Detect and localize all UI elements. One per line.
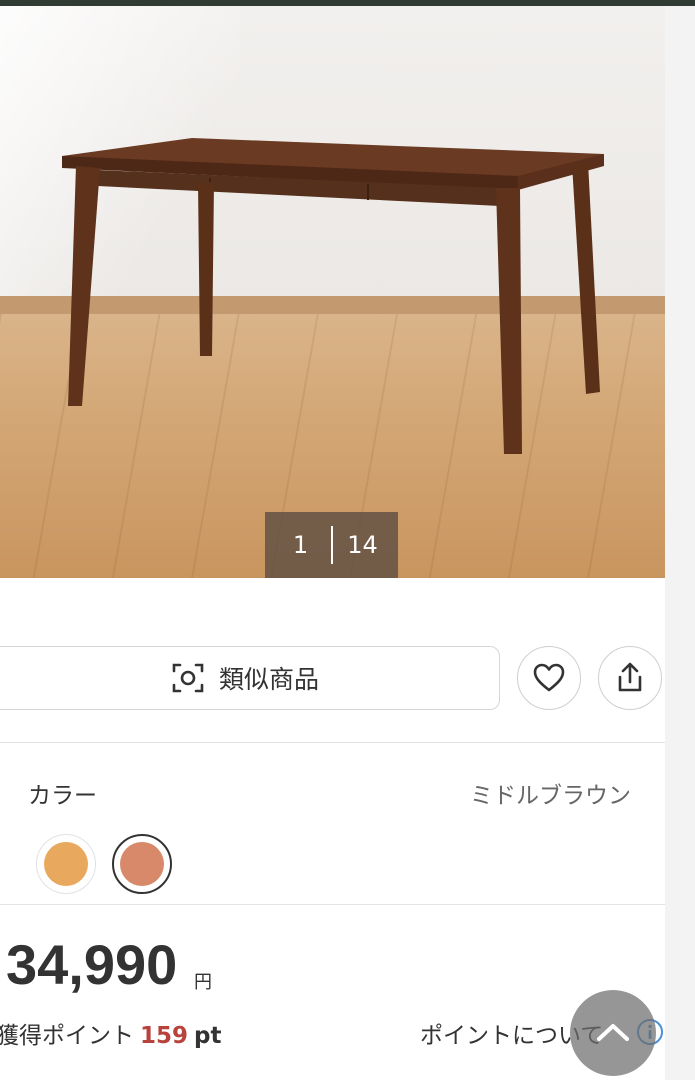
share-icon (618, 662, 642, 692)
section-divider (0, 904, 665, 905)
total-image-count: 14 (347, 531, 378, 559)
points-value: 159 (140, 1023, 189, 1049)
chevron-up-icon (597, 1024, 629, 1041)
share-button[interactable] (598, 646, 662, 710)
image-search-icon (172, 663, 204, 693)
heart-icon (533, 663, 565, 692)
points-label: 獲得ポイント (0, 1023, 134, 1049)
selected-color-name: ミドルブラウン (470, 783, 631, 809)
earned-points: 獲得ポイント 159 pt (0, 1016, 221, 1050)
current-image-number: 1 (292, 531, 309, 559)
similar-items-label: 類似商品 (218, 665, 319, 694)
swatch-fill (120, 842, 164, 886)
image-counter: 1 14 (265, 512, 398, 578)
product-image-gallery[interactable]: 1 14 (0, 6, 665, 578)
color-swatch-light[interactable] (36, 834, 96, 894)
product-page: 1 14 類似商品 カラー ミドルブラウン 34,990 円 獲得ポイント 15… (0, 6, 665, 1080)
section-divider (0, 742, 665, 743)
favorite-button[interactable] (517, 646, 581, 710)
points-unit: pt (194, 1023, 222, 1049)
page-gutter (665, 6, 695, 1080)
swatch-fill (44, 842, 88, 886)
dining-table-image (62, 138, 604, 454)
price-amount: 34,990 (6, 933, 178, 996)
color-swatch-middle-brown[interactable] (112, 834, 172, 894)
similar-items-button[interactable]: 類似商品 (0, 646, 500, 710)
scroll-to-top-button[interactable] (570, 990, 656, 1076)
color-label: カラー (28, 783, 97, 809)
price-currency: 円 (194, 972, 212, 993)
